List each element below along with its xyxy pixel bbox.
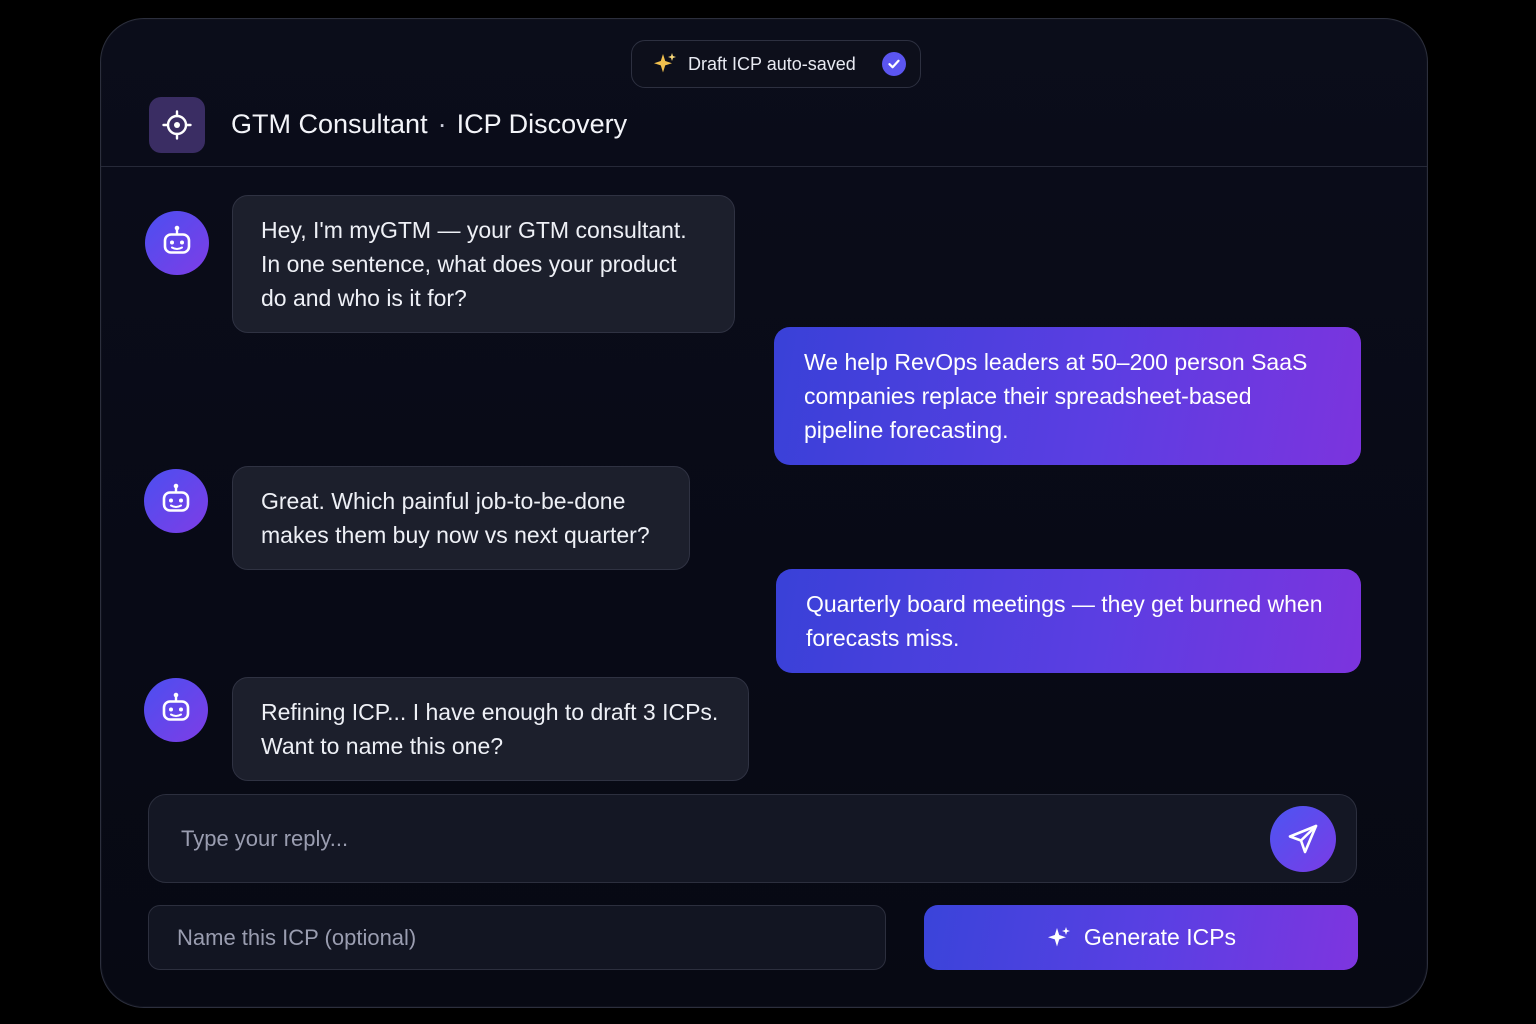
header-title: GTM Consultant <box>231 109 428 139</box>
send-icon <box>1288 824 1318 854</box>
bot-message: Hey, I'm myGTM — your GTM consultant. In… <box>232 195 735 333</box>
page-title: GTM Consultant · ICP Discovery <box>231 109 627 140</box>
user-message: Quarterly board meetings — they get burn… <box>776 569 1361 673</box>
chat-header: GTM Consultant · ICP Discovery <box>101 95 1427 167</box>
bot-avatar-icon <box>145 211 209 275</box>
reply-composer <box>148 794 1357 883</box>
sparkle-icon <box>654 53 676 73</box>
title-separator: · <box>437 109 447 139</box>
bot-message: Great. Which painful job-to-be-done make… <box>232 466 690 570</box>
user-message: We help RevOps leaders at 50–200 person … <box>774 327 1361 465</box>
send-button[interactable] <box>1270 806 1336 872</box>
autosave-text: Draft ICP auto-saved <box>688 53 856 74</box>
autosave-toast: Draft ICP auto-saved <box>631 40 921 88</box>
icp-name-field <box>148 905 886 970</box>
bot-message: Refining ICP... I have enough to draft 3… <box>232 677 749 781</box>
icp-name-input[interactable] <box>177 919 857 957</box>
generate-icps-button[interactable]: Generate ICPs <box>924 905 1358 970</box>
reply-input[interactable] <box>181 819 1221 859</box>
target-icon <box>149 97 205 153</box>
bot-avatar-icon <box>144 469 208 533</box>
generate-label: Generate ICPs <box>1083 924 1237 950</box>
bot-avatar-icon <box>144 678 208 742</box>
sparkle-icon <box>1047 926 1070 946</box>
chat-window: Draft ICP auto-saved GTM Consultant · ICP … <box>100 18 1428 1008</box>
check-icon <box>882 52 906 76</box>
header-subtitle: ICP Discovery <box>456 109 628 139</box>
